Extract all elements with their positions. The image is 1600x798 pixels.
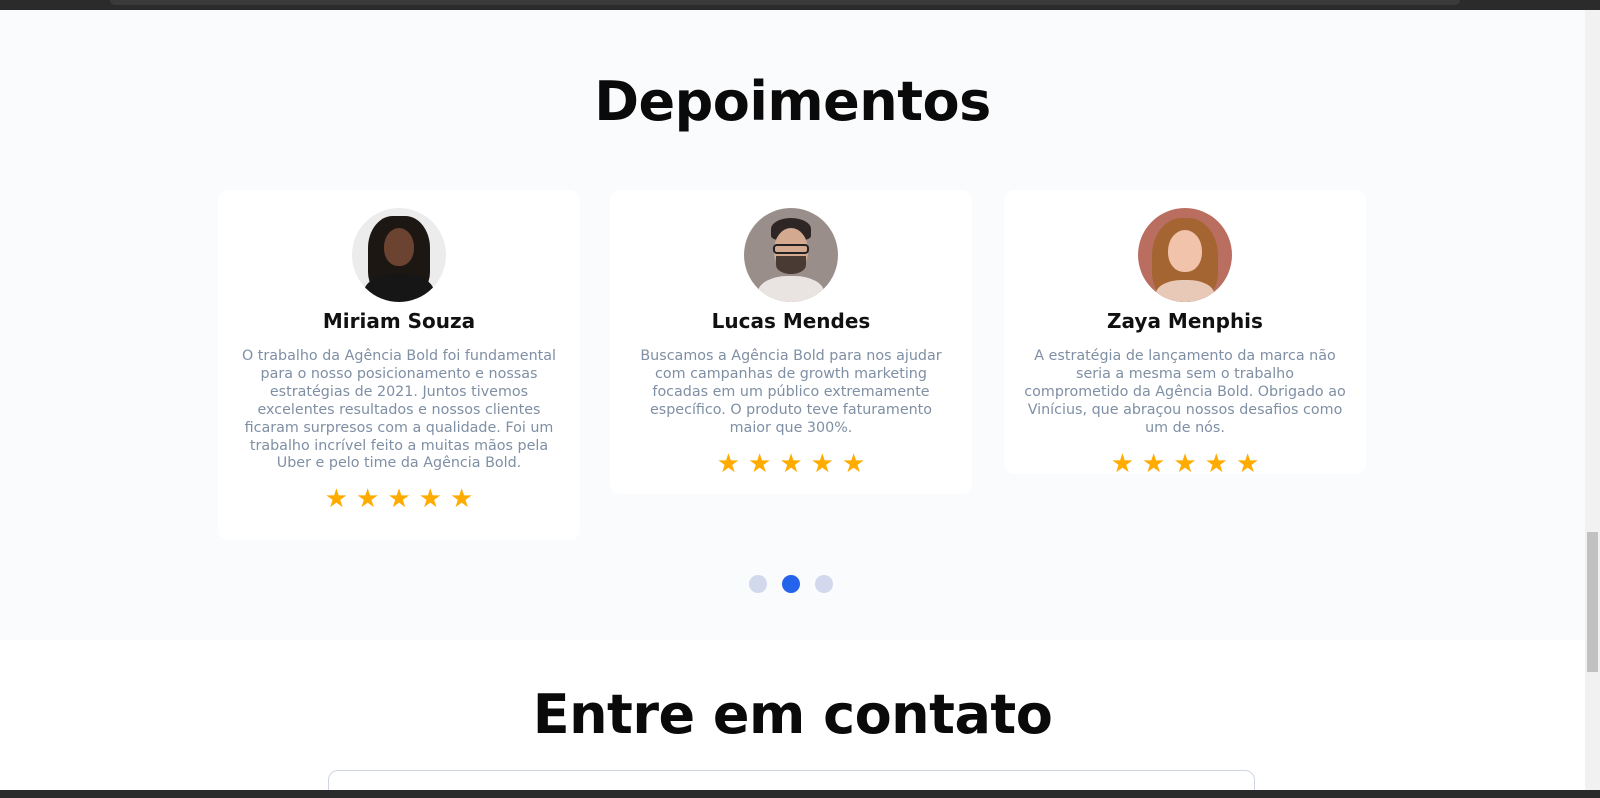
testimonial-text: A estratégia de lançamento da marca não … xyxy=(1024,348,1346,436)
avatar xyxy=(352,208,446,302)
star-icon: ★ xyxy=(1173,448,1197,479)
browser-top-bar xyxy=(0,0,1600,10)
testimonial-card: Miriam Souza O trabalho da Agência Bold … xyxy=(218,190,580,540)
star-icon: ★ xyxy=(449,484,474,515)
star-icon: ★ xyxy=(1142,448,1166,479)
carousel-pagination xyxy=(749,575,833,593)
star-icon: ★ xyxy=(810,448,834,479)
browser-top-bar-inner xyxy=(110,0,1460,5)
testimonials-title: Depoimentos xyxy=(594,70,991,133)
carousel-dot[interactable] xyxy=(749,575,767,593)
contact-title: Entre em contato xyxy=(532,683,1053,746)
star-icon: ★ xyxy=(748,448,772,479)
testimonial-text: O trabalho da Agência Bold foi fundament… xyxy=(242,348,556,472)
star-rating: ★ ★ ★ ★ ★ xyxy=(628,450,954,478)
testimonial-name: Zaya Menphis xyxy=(1107,309,1263,333)
browser-bottom-bar xyxy=(0,790,1600,798)
testimonial-name: Miriam Souza xyxy=(322,309,476,333)
avatar xyxy=(744,208,838,302)
scrollbar-thumb[interactable] xyxy=(1587,532,1598,672)
star-icon: ★ xyxy=(1110,448,1135,479)
star-icon: ★ xyxy=(356,484,380,515)
star-rating: ★ ★ ★ ★ ★ xyxy=(236,485,562,513)
star-icon: ★ xyxy=(324,484,349,515)
testimonial-card: Lucas Mendes Buscamos a Agência Bold par… xyxy=(610,190,972,494)
testimonial-text: Buscamos a Agência Bold para nos ajudar … xyxy=(640,348,942,436)
star-icon: ★ xyxy=(716,448,741,479)
page-scrollbar[interactable] xyxy=(1585,10,1600,790)
star-rating: ★ ★ ★ ★ ★ xyxy=(1022,450,1348,478)
star-icon: ★ xyxy=(1204,448,1228,479)
carousel-dot[interactable] xyxy=(782,575,800,593)
star-icon: ★ xyxy=(1235,448,1260,479)
testimonials-section: Depoimentos Miriam Souza O trabalho da A… xyxy=(0,10,1585,640)
star-icon: ★ xyxy=(387,484,411,515)
star-icon: ★ xyxy=(418,484,442,515)
contact-section: Entre em contato xyxy=(0,640,1585,798)
testimonial-card: Zaya Menphis A estratégia de lançamento … xyxy=(1004,190,1366,478)
star-icon: ★ xyxy=(779,448,803,479)
testimonial-name: Lucas Mendes xyxy=(711,309,871,333)
avatar xyxy=(1138,208,1232,302)
star-icon: ★ xyxy=(841,448,866,479)
carousel-dot[interactable] xyxy=(815,575,833,593)
